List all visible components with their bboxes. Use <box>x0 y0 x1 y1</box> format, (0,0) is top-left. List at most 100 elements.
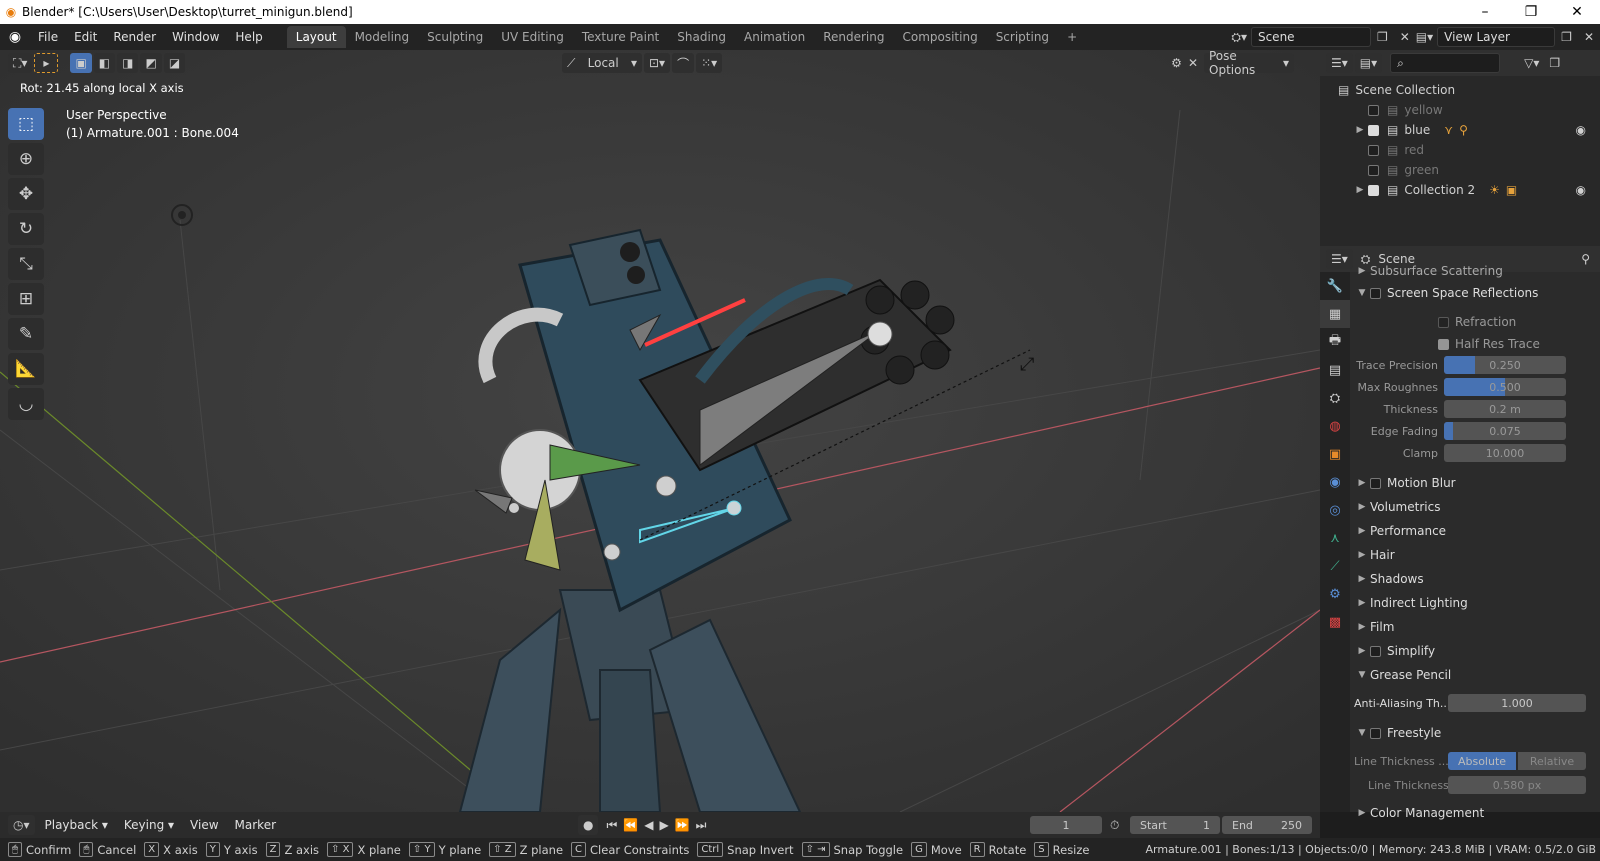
select-new-icon[interactable]: ▣ <box>70 53 92 73</box>
current-frame-field[interactable]: 1 <box>1030 816 1102 834</box>
panel-freestyle[interactable]: ▼ Freestyle <box>1354 722 1442 744</box>
play-reverse-icon[interactable]: ◀ <box>644 818 653 832</box>
transform-orientation-dropdown[interactable]: ⟋ Local ▾ <box>562 53 642 73</box>
menu-file[interactable]: File <box>30 30 66 44</box>
view-menu[interactable]: View <box>182 818 226 832</box>
scene-tab-icon[interactable]: ⛭ <box>1320 384 1350 412</box>
select-intersect-icon[interactable]: ◪ <box>163 53 186 73</box>
panel-subsurface-scattering[interactable]: ▶ Subsurface Scattering <box>1354 260 1503 282</box>
anti-aliasing-field[interactable]: 1.000 <box>1448 694 1586 712</box>
tab-animation[interactable]: Animation <box>735 26 814 48</box>
menu-window[interactable]: Window <box>164 30 227 44</box>
physics-tab-icon[interactable]: ◎ <box>1320 496 1350 524</box>
outliner-item-blue[interactable]: ▶ ▤ blue ⋎ ⚲ ◉ <box>1338 120 1600 140</box>
refraction-checkbox[interactable] <box>1438 316 1449 328</box>
3d-viewport[interactable]: ⤢ ⛶▾ ▸ ▣ ◧ ◨ ◩ ◪ ⟋ Local ▾ ⊡▾ ⌒ ⁙▾ ⚙ ✕ P… <box>0 50 1320 812</box>
stopwatch-icon[interactable]: ⏱ <box>1110 818 1119 833</box>
relax-tool-icon[interactable]: ◡ <box>8 388 44 420</box>
tab-layout[interactable]: Layout <box>286 26 346 48</box>
freestyle-checkbox[interactable] <box>1370 727 1381 739</box>
visibility-eye-icon[interactable]: ◉ <box>1576 123 1586 137</box>
view-layer-icon[interactable]: ▤▾ <box>1416 30 1433 44</box>
record-button-icon[interactable]: ● <box>578 815 599 835</box>
tab-texture-paint[interactable]: Texture Paint <box>573 26 668 48</box>
menu-render[interactable]: Render <box>105 30 164 44</box>
select-box-tool-icon[interactable]: ⬚ <box>8 108 44 140</box>
jump-end-icon[interactable]: ⏭ <box>696 818 707 833</box>
exclude-checkbox[interactable] <box>1368 104 1379 116</box>
scale-tool-icon[interactable]: ⤡ <box>8 248 44 280</box>
jump-keyframe-back-icon[interactable]: ⏪ <box>623 818 638 832</box>
outliner-item-red[interactable]: ▤ red <box>1338 140 1600 160</box>
minimize-button[interactable]: – <box>1462 4 1508 20</box>
jump-start-icon[interactable]: ⏮ <box>606 818 617 833</box>
annotate-tool-icon[interactable]: ✎ <box>8 318 44 350</box>
ssr-checkbox[interactable] <box>1370 287 1381 299</box>
start-frame-field[interactable]: Start 1 <box>1130 816 1220 834</box>
world-tab-icon[interactable]: ◍ <box>1320 412 1350 440</box>
expand-arrow-icon[interactable]: ▶ <box>1352 185 1368 195</box>
property-slider[interactable]: 0.250 <box>1444 356 1566 374</box>
select-mode-button[interactable]: ▸ <box>34 53 59 73</box>
select-subtract-icon[interactable]: ◨ <box>117 53 139 73</box>
scene-icon[interactable]: ⛭▾ <box>1231 30 1247 45</box>
transform-tool-icon[interactable]: ⊞ <box>8 283 44 315</box>
close-button[interactable]: ✕ <box>1554 4 1600 20</box>
property-slider[interactable]: 0.075 <box>1444 422 1566 440</box>
outliner-item-green[interactable]: ▤ green <box>1338 160 1600 180</box>
exclude-checkbox[interactable] <box>1368 124 1379 136</box>
timeline-editor-type-icon[interactable]: ◷▾ <box>8 815 35 835</box>
filter-icon[interactable]: ▽▾ <box>1524 56 1539 70</box>
panel-film[interactable]: ▶ Film <box>1354 616 1395 638</box>
absolute-button[interactable]: Absolute <box>1448 752 1516 770</box>
marker-menu[interactable]: Marker <box>227 818 284 832</box>
exclude-checkbox[interactable] <box>1368 164 1379 176</box>
maximize-button[interactable]: ❐ <box>1508 4 1554 20</box>
tab-sculpting[interactable]: Sculpting <box>418 26 492 48</box>
blender-menu-icon[interactable]: ◉ <box>0 29 30 45</box>
playback-menu[interactable]: Playback ▾ <box>37 818 116 832</box>
delete-scene-icon[interactable]: ✕ <box>1400 30 1410 44</box>
panel-indirect-lighting[interactable]: ▶ Indirect Lighting <box>1354 592 1468 614</box>
cursor-tool-icon[interactable]: ⊕ <box>8 143 44 175</box>
object-tab-icon[interactable]: ▣ <box>1320 440 1350 468</box>
jump-keyframe-forward-icon[interactable]: ⏩ <box>675 818 690 832</box>
display-mode-icon[interactable]: ▤▾ <box>1354 53 1383 73</box>
tab-rendering[interactable]: Rendering <box>814 26 893 48</box>
panel-motion-blur[interactable]: ▶ Motion Blur <box>1354 472 1456 494</box>
new-collection-icon[interactable]: ❐ <box>1549 56 1560 70</box>
render-tab-icon[interactable]: ▦ <box>1320 300 1350 328</box>
expand-arrow-icon[interactable]: ▶ <box>1352 125 1368 135</box>
property-slider[interactable]: 0.500 <box>1444 378 1566 396</box>
bone-constraint-tab-icon[interactable]: ⚙ <box>1320 580 1350 608</box>
motion-blur-checkbox[interactable] <box>1370 477 1381 489</box>
texture-tab-icon[interactable]: ▩ <box>1320 608 1350 636</box>
panel-color-management[interactable]: ▶ Color Management <box>1354 802 1485 824</box>
property-slider[interactable]: 0.2 m <box>1444 400 1566 418</box>
modifier-tab-icon[interactable]: ◉ <box>1320 468 1350 496</box>
keying-menu[interactable]: Keying ▾ <box>116 818 182 832</box>
rotate-tool-icon[interactable]: ↻ <box>8 213 44 245</box>
editor-type-button[interactable]: ⛶▾ <box>8 53 33 73</box>
visibility-eye-icon[interactable]: ◉ <box>1576 183 1586 197</box>
simplify-checkbox[interactable] <box>1370 645 1381 657</box>
close-gizmo-icon[interactable]: ✕ <box>1188 56 1198 70</box>
pivot-point-icon[interactable]: ⊡▾ <box>644 53 671 73</box>
tab-uv-editing[interactable]: UV Editing <box>492 26 573 48</box>
delete-view-layer-icon[interactable]: ✕ <box>1584 30 1594 44</box>
tool-tab-icon[interactable]: 🔧 <box>1320 272 1350 300</box>
move-tool-icon[interactable]: ✥ <box>8 178 44 210</box>
panel-hair[interactable]: ▶ Hair <box>1354 544 1395 566</box>
panel-grease-pencil[interactable]: ▼ Grease Pencil <box>1354 664 1452 686</box>
exclude-checkbox[interactable] <box>1368 184 1379 196</box>
tab-compositing[interactable]: Compositing <box>893 26 986 48</box>
properties-editor-type-icon[interactable]: ☰▾ <box>1326 249 1353 269</box>
snap-target-icon[interactable]: ⁙▾ <box>696 53 723 73</box>
bone-tab-icon[interactable]: ⟋ <box>1320 552 1350 580</box>
add-workspace-button[interactable]: + <box>1058 26 1086 48</box>
pose-options-dropdown[interactable]: Pose Options ▾ <box>1204 50 1294 77</box>
line-thickness-field[interactable]: 0.580 px <box>1448 776 1586 794</box>
scene-field[interactable]: Scene <box>1250 27 1371 47</box>
panel-performance[interactable]: ▶ Performance <box>1354 520 1447 542</box>
object-data-tab-icon[interactable]: ⋏ <box>1320 524 1350 552</box>
